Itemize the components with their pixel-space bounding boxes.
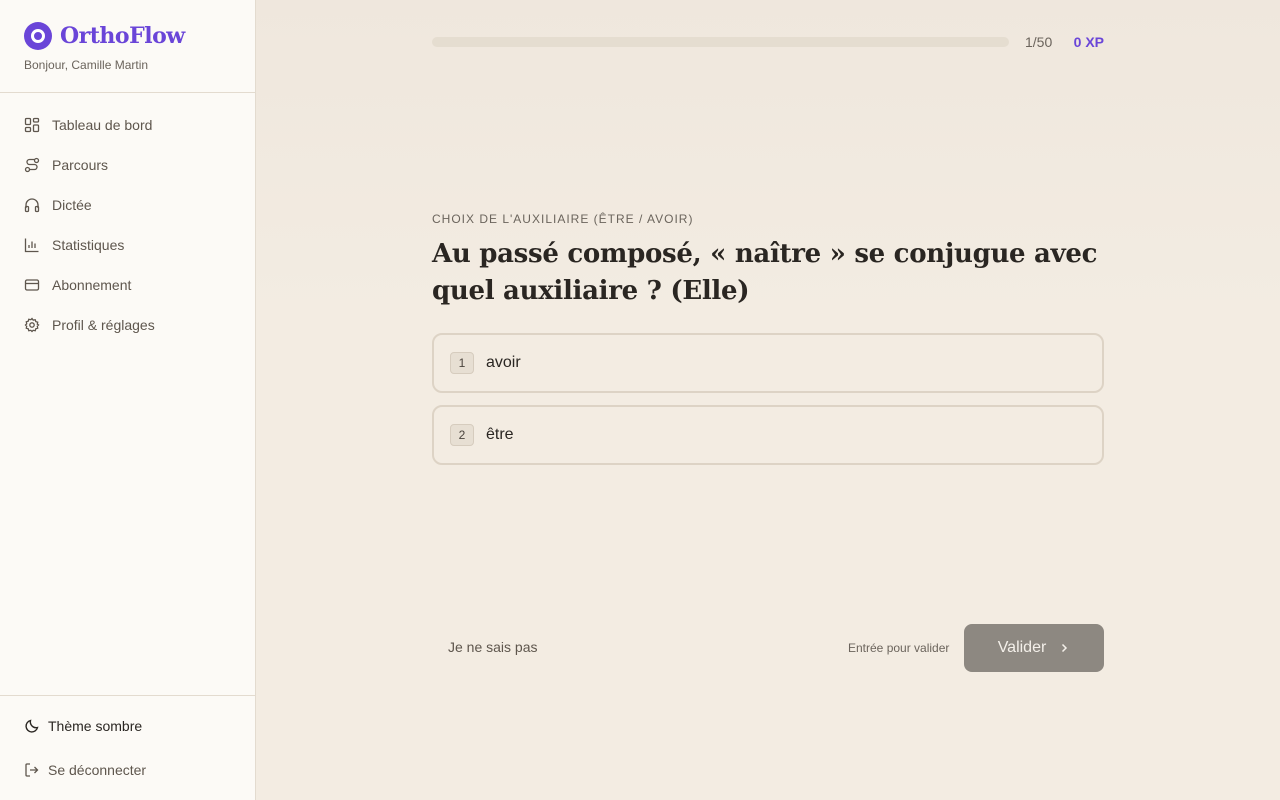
headphones-icon [24,197,40,213]
sidebar-item-label: Parcours [52,157,109,173]
option-label: être [486,426,514,443]
logout-icon [24,762,40,778]
option-key-badge: 2 [450,424,474,446]
sidebar-item-statistiques[interactable]: Statistiques [0,225,255,265]
exercise-category: CHOIX DE L'AUXILIAIRE (ÊTRE / AVOIR) [432,212,694,226]
progress-count: 1/50 [1025,34,1053,50]
sidebar-item-dashboard[interactable]: Tableau de bord [0,105,255,145]
brand[interactable]: OrthoFlow [24,22,231,50]
exercise-area: 1/50 0 XP CHOIX DE L'AUXILIAIRE (ÊTRE / … [256,0,1280,800]
chevron-right-icon [1058,642,1070,654]
option-label: avoir [486,354,521,371]
sidebar-item-label: Dictée [52,197,92,213]
sidebar-item-label: Profil & réglages [52,317,155,333]
gear-icon [24,317,40,333]
question-text: Au passé composé, « naître » se conjugue… [432,239,1098,306]
bar-chart-icon [24,237,40,253]
answer-option-etre[interactable]: 2 être [432,405,1104,465]
sidebar-item-label: Abonnement [52,277,132,293]
dashboard-icon [24,117,40,133]
progress-bar [432,37,1009,47]
theme-toggle[interactable]: Thème sombre [0,706,255,746]
progress-row: 1/50 0 XP [432,32,1104,52]
sidebar-item-parcours[interactable]: Parcours [0,145,255,185]
sidebar-nav: Tableau de bord Parcours Dictée Statisti… [0,93,255,345]
logo-icon [24,22,52,50]
credit-card-icon [24,277,40,293]
sidebar-item-abonnement[interactable]: Abonnement [0,265,255,305]
skip-button[interactable]: Je ne sais pas [448,639,538,655]
sidebar-item-profil[interactable]: Profil & réglages [0,305,255,345]
validate-button[interactable]: Valider [964,624,1104,672]
logout-label: Se déconnecter [48,762,147,778]
theme-toggle-label: Thème sombre [48,718,143,734]
answer-option-avoir[interactable]: 1 avoir [432,333,1104,393]
user-greeting: Bonjour, Camille Martin [24,58,149,72]
validate-label: Valider [997,639,1047,656]
logout-button[interactable]: Se déconnecter [0,750,255,790]
brand-name: OrthoFlow [60,23,185,49]
sidebar-item-dictee[interactable]: Dictée [0,185,255,225]
moon-icon [24,718,40,734]
sidebar: OrthoFlow Bonjour, Camille Martin Tablea… [0,0,256,800]
sidebar-item-label: Tableau de bord [52,117,153,133]
keyboard-hint: Entrée pour valider [848,641,950,655]
sidebar-footer: Thème sombre Se déconnecter [0,695,255,800]
option-key-badge: 1 [450,352,474,374]
sidebar-item-label: Statistiques [52,237,125,253]
xp-counter: 0 XP [1073,34,1104,50]
brand-block: OrthoFlow Bonjour, Camille Martin [0,0,255,93]
route-icon [24,157,40,173]
